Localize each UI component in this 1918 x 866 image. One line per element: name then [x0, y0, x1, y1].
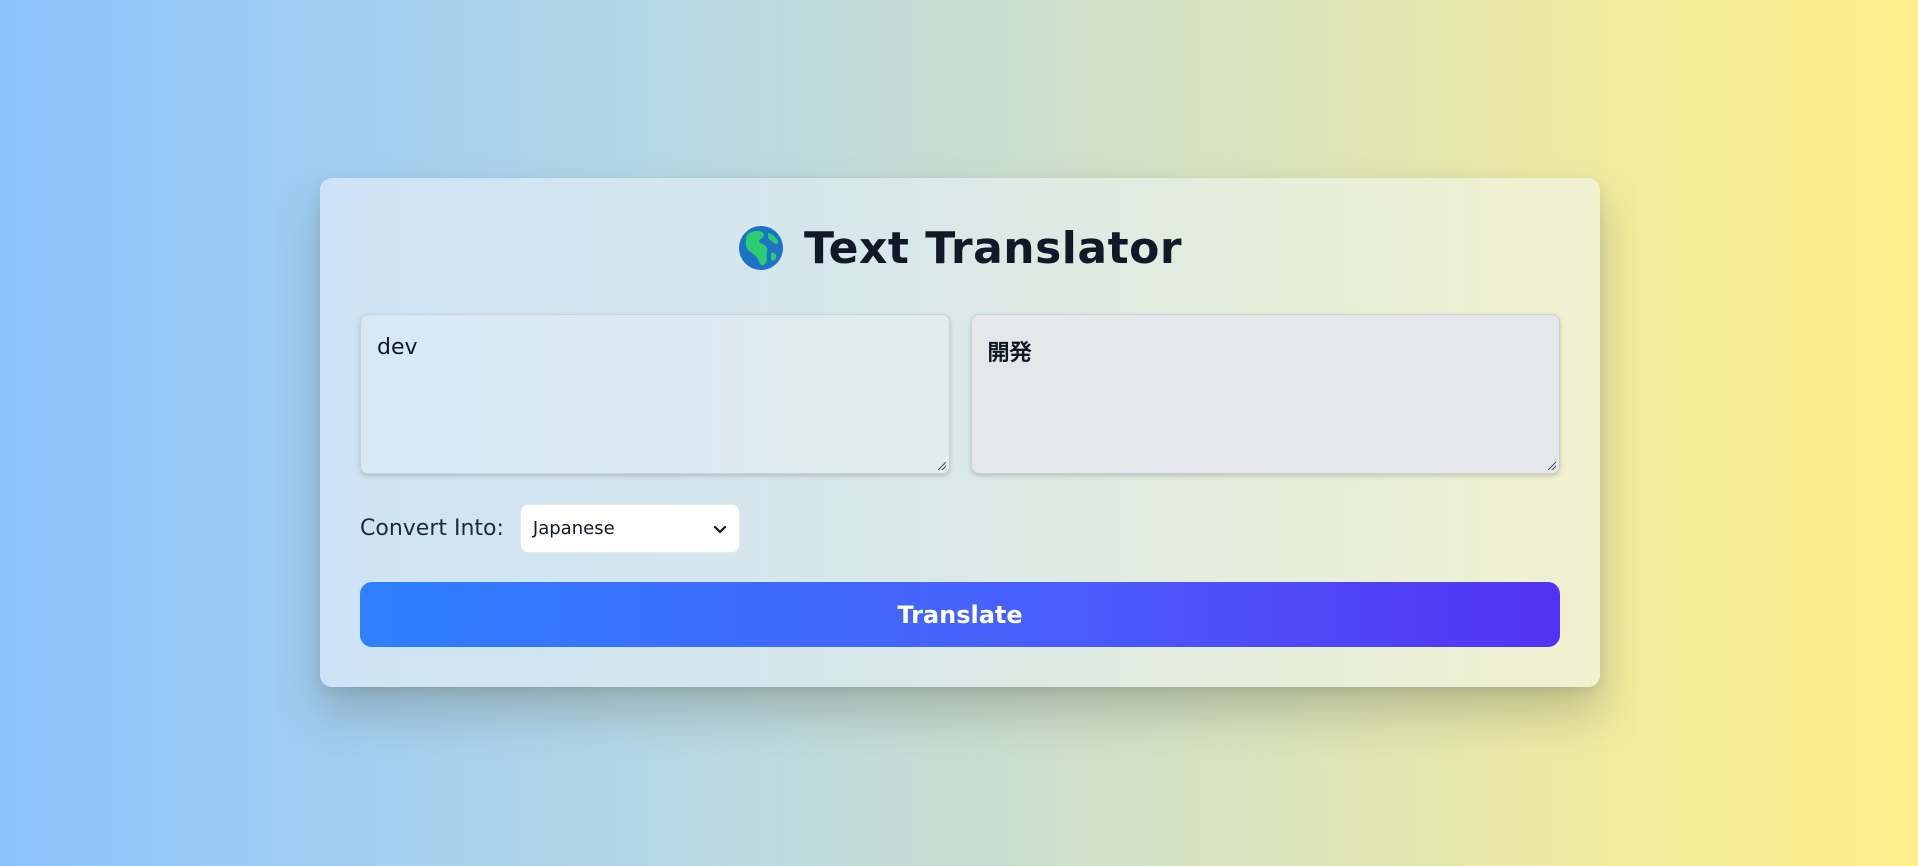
header: Text Translator: [320, 218, 1600, 278]
resize-handle-icon[interactable]: [937, 462, 946, 470]
resize-handle-icon[interactable]: [1548, 462, 1556, 470]
source-text-input[interactable]: dev: [360, 314, 950, 474]
translate-button[interactable]: Translate: [360, 582, 1560, 647]
translator-card: Text Translator dev 開発 Convert Into: Jap…: [320, 178, 1600, 687]
translated-text-output[interactable]: 開発: [970, 314, 1560, 474]
target-language-select[interactable]: Japanese: [519, 503, 740, 553]
text-panels: dev 開発: [360, 314, 1560, 474]
selected-language: Japanese: [532, 517, 615, 539]
language-selector-row: Convert Into: Japanese: [360, 503, 740, 553]
page-title: Text Translator: [803, 222, 1183, 274]
convert-into-label: Convert Into:: [360, 515, 504, 541]
globe-icon: [738, 225, 784, 271]
translated-text-value: 開発: [987, 341, 1032, 366]
chevron-down-icon: [713, 521, 727, 535]
source-text-value: dev: [377, 335, 418, 360]
